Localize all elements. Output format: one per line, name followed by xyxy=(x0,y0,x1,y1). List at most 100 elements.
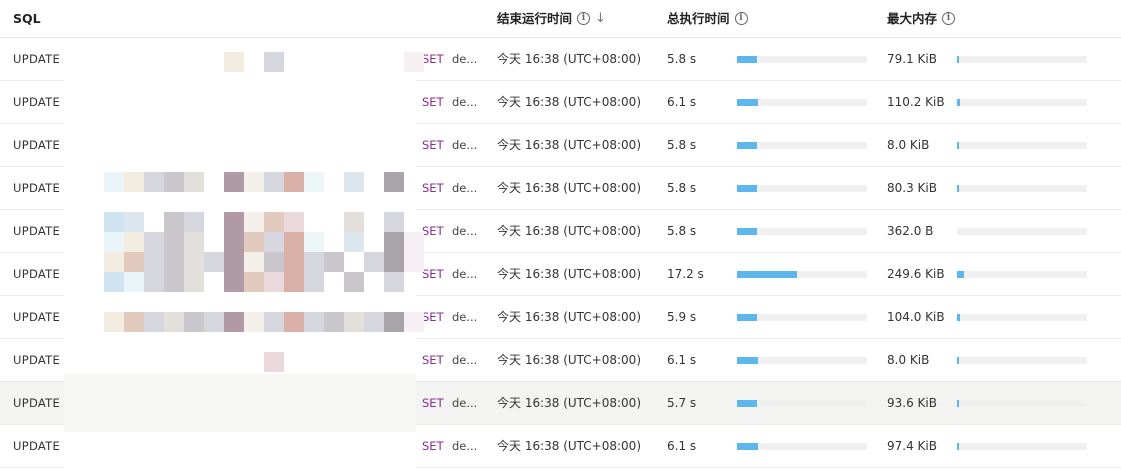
memory-bar xyxy=(957,185,1087,192)
redaction-block xyxy=(244,252,264,272)
redaction-block xyxy=(184,232,204,252)
memory-bar xyxy=(957,228,1087,235)
memory-bar xyxy=(957,357,1087,364)
memory-bar xyxy=(957,443,1087,450)
column-header-sql-label: SQL xyxy=(13,10,41,26)
redaction-block xyxy=(244,212,264,232)
sql-detail: de... xyxy=(452,267,478,281)
redaction-block xyxy=(184,172,204,192)
redaction-block xyxy=(284,272,304,292)
redacted-area xyxy=(64,38,424,474)
sql-detail: de... xyxy=(452,310,478,324)
duration: 17.2 s xyxy=(667,267,704,281)
redaction-block xyxy=(324,252,344,272)
info-circle-icon[interactable]: i xyxy=(942,12,956,25)
memory-bar-fill xyxy=(957,56,959,63)
redaction-block xyxy=(244,272,264,292)
duration-bar-fill xyxy=(737,271,797,278)
redaction-block xyxy=(124,212,144,232)
sql-keyword: UPDATE xyxy=(13,439,61,453)
sql-keyword: UPDATE xyxy=(13,138,61,152)
redaction-block xyxy=(224,252,244,272)
redaction-block xyxy=(164,312,184,332)
duration-bar xyxy=(737,99,867,106)
table-header: SQL 结束运行时间 i ↓ 总执行时间 i 最大内存 i xyxy=(0,0,1121,38)
redaction-block xyxy=(344,172,364,192)
redaction-block xyxy=(344,272,364,292)
redaction-block xyxy=(364,252,384,272)
duration-bar xyxy=(737,271,867,278)
redaction-block xyxy=(144,272,164,292)
redaction-block xyxy=(344,312,364,332)
redaction-block xyxy=(264,232,284,252)
memory-bar xyxy=(957,142,1087,149)
redaction-block xyxy=(104,252,124,272)
duration-bar xyxy=(737,357,867,364)
max-memory: 110.2 KiB xyxy=(887,95,945,109)
redaction-block xyxy=(284,232,304,252)
redaction-block xyxy=(184,272,204,292)
end-time: 今天 16:38 (UTC+08:00) xyxy=(497,95,642,109)
memory-bar-fill xyxy=(957,142,959,149)
duration-bar-fill xyxy=(737,443,758,450)
end-time: 今天 16:38 (UTC+08:00) xyxy=(497,353,642,367)
redaction-block xyxy=(184,252,204,272)
redaction-block xyxy=(404,252,424,272)
redaction-block xyxy=(264,252,284,272)
redaction-block xyxy=(284,212,304,232)
redaction-block xyxy=(264,172,284,192)
duration: 5.8 s xyxy=(667,138,697,152)
duration-bar-fill xyxy=(737,357,758,364)
end-time: 今天 16:38 (UTC+08:00) xyxy=(497,310,642,324)
redaction-block xyxy=(304,252,324,272)
redaction-block xyxy=(164,212,184,232)
duration-bar-fill xyxy=(737,314,757,321)
sql-keyword: UPDATE xyxy=(13,95,61,109)
duration: 6.1 s xyxy=(667,95,697,109)
duration-bar xyxy=(737,142,867,149)
redaction-block xyxy=(124,232,144,252)
max-memory: 362.0 B xyxy=(887,224,934,238)
redaction-block xyxy=(104,232,124,252)
end-time: 今天 16:38 (UTC+08:00) xyxy=(497,267,642,281)
redaction-block xyxy=(144,172,164,192)
column-header-sql[interactable]: SQL xyxy=(13,0,41,37)
duration: 5.8 s xyxy=(667,52,697,66)
redaction-block xyxy=(324,312,344,332)
redaction-block xyxy=(124,312,144,332)
redaction-block xyxy=(104,312,124,332)
sql-set-keyword: SET xyxy=(422,353,444,367)
redaction-block xyxy=(224,212,244,232)
memory-bar-fill xyxy=(957,357,959,364)
redaction-block xyxy=(384,252,404,272)
sql-keyword: UPDATE xyxy=(13,396,61,410)
redaction-block xyxy=(164,272,184,292)
redaction-block xyxy=(304,232,324,252)
end-time: 今天 16:38 (UTC+08:00) xyxy=(497,138,642,152)
redaction-block xyxy=(364,312,384,332)
memory-bar-fill xyxy=(957,400,959,407)
sql-detail: de... xyxy=(452,439,478,453)
max-memory: 80.3 KiB xyxy=(887,181,937,195)
redaction-block xyxy=(164,252,184,272)
max-memory: 249.6 KiB xyxy=(887,267,945,281)
info-circle-icon[interactable]: i xyxy=(734,12,748,25)
sql-keyword: UPDATE xyxy=(13,353,61,367)
redaction-block xyxy=(224,232,244,252)
duration: 5.9 s xyxy=(667,310,697,324)
sql-set-keyword: SET xyxy=(422,396,444,410)
sql-keyword: UPDATE xyxy=(13,224,61,238)
max-memory: 93.6 KiB xyxy=(887,396,937,410)
arrow-down-icon[interactable]: ↓ xyxy=(595,3,606,35)
duration: 5.8 s xyxy=(667,224,697,238)
memory-bar-fill xyxy=(957,99,960,106)
sql-detail: de... xyxy=(452,353,478,367)
info-circle-icon[interactable]: i xyxy=(577,12,591,25)
redaction-block xyxy=(404,52,424,72)
redaction-block xyxy=(344,232,364,252)
column-header-duration[interactable]: 总执行时间 i xyxy=(667,0,748,37)
column-header-end-time[interactable]: 结束运行时间 i ↓ xyxy=(497,0,606,37)
duration-bar xyxy=(737,56,867,63)
column-header-memory[interactable]: 最大内存 i xyxy=(887,0,956,37)
sql-detail: de... xyxy=(452,95,478,109)
